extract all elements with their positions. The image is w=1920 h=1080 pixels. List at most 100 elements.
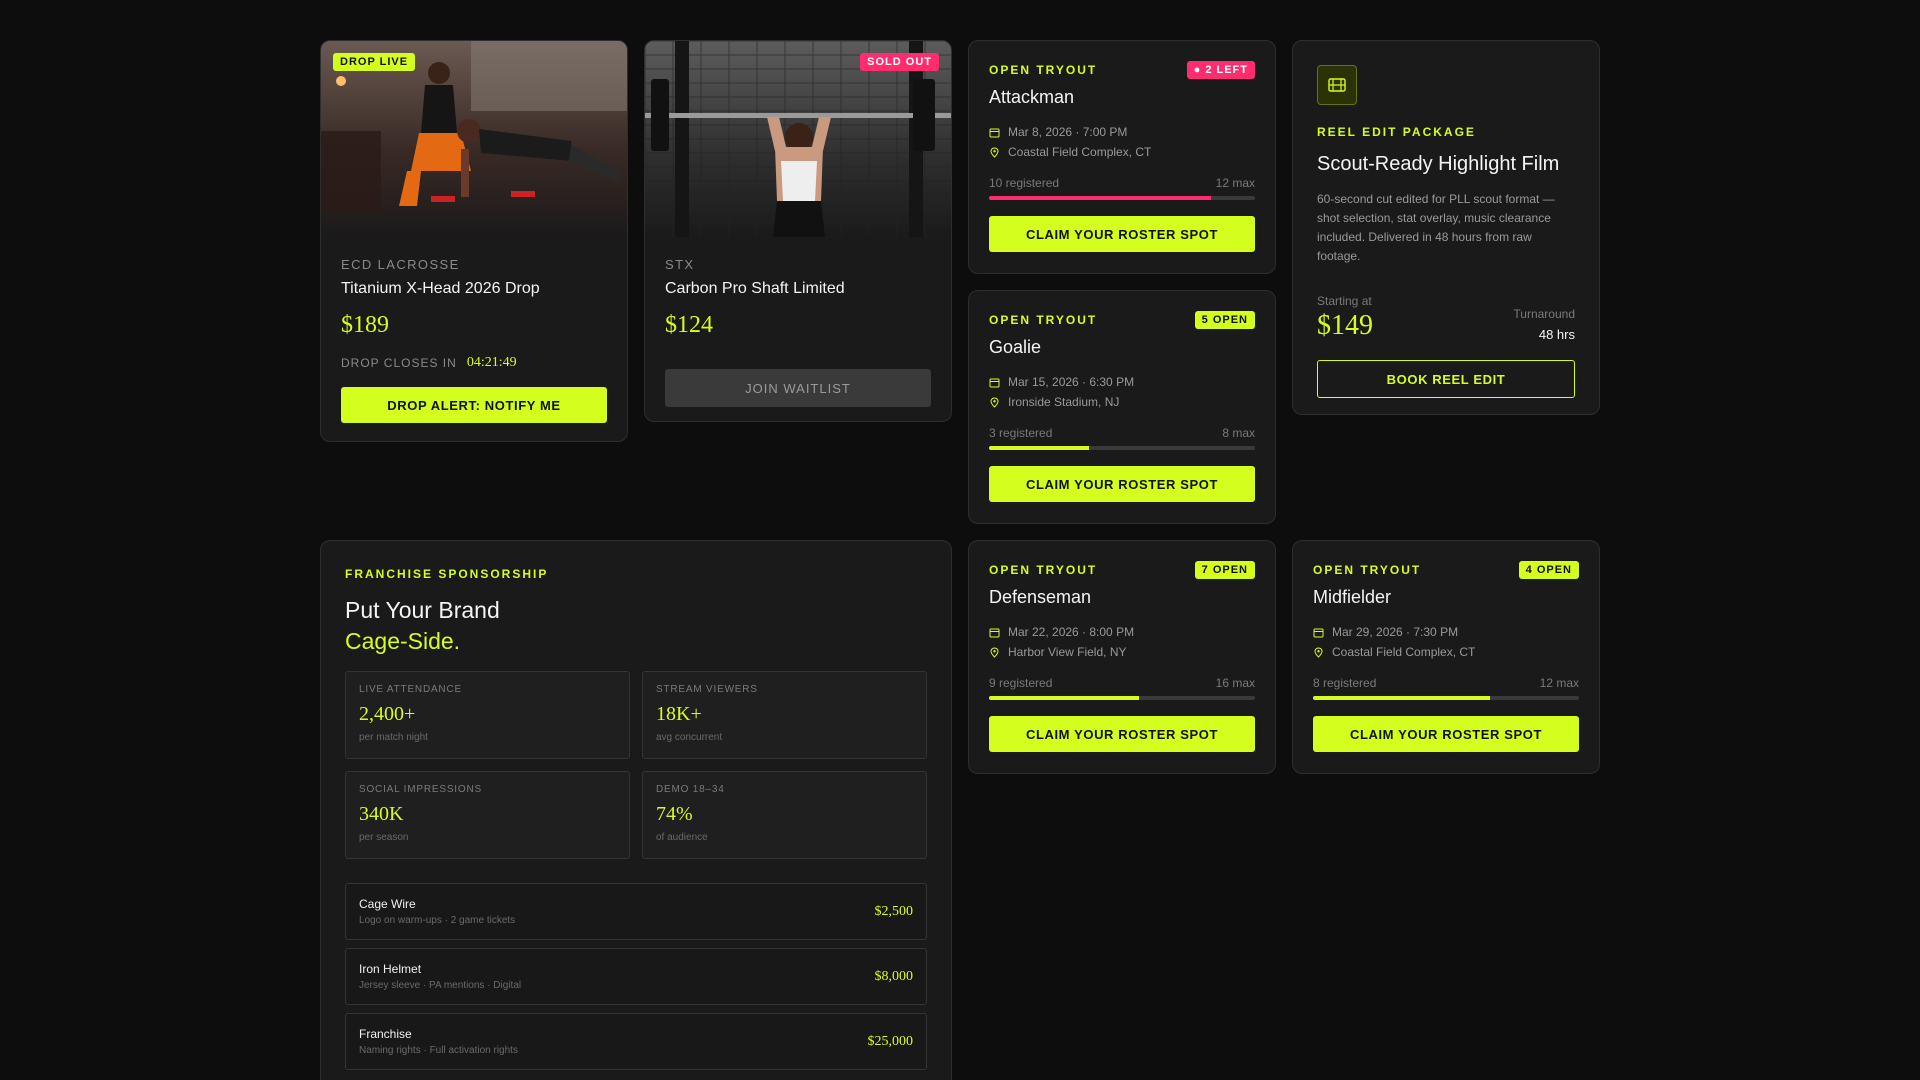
product-image-lifting[interactable]: SOLD OUT xyxy=(645,41,951,237)
stat-sub: avg concurrent xyxy=(656,732,723,743)
product-name: Titanium X-Head 2026 Drop xyxy=(341,280,540,297)
turnaround-label: Turnaround xyxy=(1513,307,1575,321)
tryout-card-goalie: OPEN TRYOUT 5 OPEN Goalie Mar 15, 2026 ·… xyxy=(968,290,1276,524)
tryout-date: Mar 15, 2026 · 6:30 PM xyxy=(1008,375,1135,389)
product-card-carbon: SOLD OUT STX Carbon Pro Shaft Limited $1… xyxy=(644,40,952,422)
location-pin-icon xyxy=(990,396,999,408)
tryout-label: OPEN TRYOUT xyxy=(989,63,1098,77)
product-brand: STX xyxy=(665,257,695,272)
calendar-icon xyxy=(1313,628,1324,637)
max-count: 12 max xyxy=(1215,176,1255,190)
stat-value: 74% xyxy=(656,803,693,825)
calendar-icon xyxy=(989,628,1000,637)
tryout-location: Ironside Stadium, NJ xyxy=(1008,395,1120,409)
stat-label: LIVE ATTENDANCE xyxy=(359,684,462,695)
sold-out-badge: SOLD OUT xyxy=(860,53,939,71)
spots-left-badge: ● 2 LEFT xyxy=(1186,61,1255,79)
claim-roster-spot-button[interactable]: CLAIM YOUR ROSTER SPOT xyxy=(1313,716,1579,752)
drop-live-badge: DROP LIVE xyxy=(333,53,416,71)
spots-open-badge: 4 OPEN xyxy=(1518,561,1579,579)
registered-count: 10 registered xyxy=(989,176,1060,190)
tryout-location: Coastal Field Complex, CT xyxy=(1008,145,1152,159)
registration-progress xyxy=(1313,696,1579,700)
spots-open-badge: 5 OPEN xyxy=(1194,311,1255,329)
tier-iron-helmet[interactable]: Iron Helmet Jersey sleeve · PA mentions ·… xyxy=(345,948,927,1005)
reel-edit-card: REEL EDIT PACKAGE Scout-Ready Highlight … xyxy=(1292,40,1600,415)
reel-title: Scout-Ready Highlight Film xyxy=(1317,153,1560,175)
tryout-position: Goalie xyxy=(989,337,1042,357)
product-image-training[interactable]: DROP LIVE xyxy=(321,41,627,237)
claim-roster-spot-button[interactable]: CLAIM YOUR ROSTER SPOT xyxy=(989,216,1255,252)
max-count: 8 max xyxy=(1222,426,1255,440)
tryout-date: Mar 29, 2026 · 7:30 PM xyxy=(1332,625,1459,639)
tryout-position: Attackman xyxy=(989,87,1075,107)
tryout-card-defenseman: OPEN TRYOUT 7 OPEN Defenseman Mar 22, 20… xyxy=(968,540,1276,774)
product-price: $124 xyxy=(665,312,713,338)
product-name: Carbon Pro Shaft Limited xyxy=(665,280,845,297)
sponsorship-title: Put Your Brand xyxy=(345,597,500,623)
stat-value: 340K xyxy=(359,803,404,825)
join-waitlist-button[interactable]: JOIN WAITLIST xyxy=(665,369,931,407)
sponsorship-label: FRANCHISE SPONSORSHIP xyxy=(345,567,549,581)
stat-sub: of audience xyxy=(656,832,708,843)
spots-open-badge: 7 OPEN xyxy=(1194,561,1255,579)
book-reel-edit-button[interactable]: BOOK REEL EDIT xyxy=(1317,360,1575,398)
claim-roster-spot-button[interactable]: CLAIM YOUR ROSTER SPOT xyxy=(989,716,1255,752)
product-price: $189 xyxy=(341,312,389,338)
tier-price: $25,000 xyxy=(867,1033,914,1049)
stat-demo: DEMO 18–34 74% of audience xyxy=(642,771,927,859)
stat-label: DEMO 18–34 xyxy=(656,784,725,795)
stat-label: STREAM VIEWERS xyxy=(656,684,758,695)
tryout-location: Harbor View Field, NY xyxy=(1008,645,1127,659)
tryout-date: Mar 8, 2026 · 7:00 PM xyxy=(1008,125,1128,139)
stat-stream-viewers: STREAM VIEWERS 18K+ avg concurrent xyxy=(642,671,927,759)
location-pin-icon xyxy=(1314,646,1323,658)
tier-description: Logo on warm-ups · 2 game tickets xyxy=(359,915,516,926)
stat-label: SOCIAL IMPRESSIONS xyxy=(359,784,482,795)
countdown-timer: 04:21:49 xyxy=(466,355,517,370)
reel-description: 60-second cut edited for PLL scout forma… xyxy=(1317,192,1555,263)
sponsorship-card: FRANCHISE SPONSORSHIP Put Your Brand Cag… xyxy=(320,540,952,1080)
tryout-card-attackman: OPEN TRYOUT ● 2 LEFT Attackman Mar 8, 20… xyxy=(968,40,1276,274)
tier-price: $2,500 xyxy=(874,903,914,919)
stat-sub: per season xyxy=(359,832,409,843)
stat-sub: per match night xyxy=(359,732,428,743)
registered-count: 9 registered xyxy=(989,676,1053,690)
tier-name: Franchise xyxy=(359,1027,412,1041)
drop-countdown: DROP CLOSES IN 04:21:49 xyxy=(341,355,607,371)
tier-franchise[interactable]: Franchise Naming rights · Full activation… xyxy=(345,1013,927,1070)
max-count: 12 max xyxy=(1539,676,1579,690)
audience-stats: LIVE ATTENDANCE 2,400+ per match night S… xyxy=(345,671,927,859)
sponsorship-tiers: Cage Wire Logo on warm-ups · 2 game ticke… xyxy=(345,883,927,1070)
max-count: 16 max xyxy=(1215,676,1255,690)
reel-package-label: REEL EDIT PACKAGE xyxy=(1317,125,1476,139)
registered-count: 3 registered xyxy=(989,426,1053,440)
tryout-label: OPEN TRYOUT xyxy=(1313,563,1422,577)
registration-progress xyxy=(989,696,1255,700)
tier-cage-wire[interactable]: Cage Wire Logo on warm-ups · 2 game ticke… xyxy=(345,883,927,940)
stat-social-impressions: SOCIAL IMPRESSIONS 340K per season xyxy=(345,771,630,859)
starting-at-label: Starting at xyxy=(1317,294,1372,308)
tier-description: Naming rights · Full activation rights xyxy=(359,1045,518,1056)
tryout-card-midfielder: OPEN TRYOUT 4 OPEN Midfielder Mar 29, 20… xyxy=(1292,540,1600,774)
tier-name: Iron Helmet xyxy=(359,962,422,976)
tryout-label: OPEN TRYOUT xyxy=(989,563,1098,577)
tryout-position: Midfielder xyxy=(1313,587,1392,607)
registration-progress xyxy=(989,196,1255,200)
tier-price: $8,000 xyxy=(874,968,914,984)
claim-roster-spot-button[interactable]: CLAIM YOUR ROSTER SPOT xyxy=(989,466,1255,502)
registered-count: 8 registered xyxy=(1313,676,1377,690)
location-pin-icon xyxy=(990,646,999,658)
tryout-label: OPEN TRYOUT xyxy=(989,313,1098,327)
turnaround-value: 48 hrs xyxy=(1538,327,1575,342)
tryout-position: Defenseman xyxy=(989,587,1092,607)
tier-name: Cage Wire xyxy=(359,897,416,911)
product-brand: ECD LACROSSE xyxy=(341,257,460,272)
stat-value: 18K+ xyxy=(656,703,702,725)
tryout-date: Mar 22, 2026 · 8:00 PM xyxy=(1008,625,1135,639)
product-card-titanium: DROP LIVE ECD LACROSSE Titanium X-Head 2… xyxy=(320,40,628,442)
stat-value: 2,400+ xyxy=(359,703,416,725)
notify-me-button[interactable]: DROP ALERT: NOTIFY ME xyxy=(341,387,607,423)
tier-description: Jersey sleeve · PA mentions · Digital xyxy=(359,980,522,991)
registration-progress xyxy=(989,446,1255,450)
